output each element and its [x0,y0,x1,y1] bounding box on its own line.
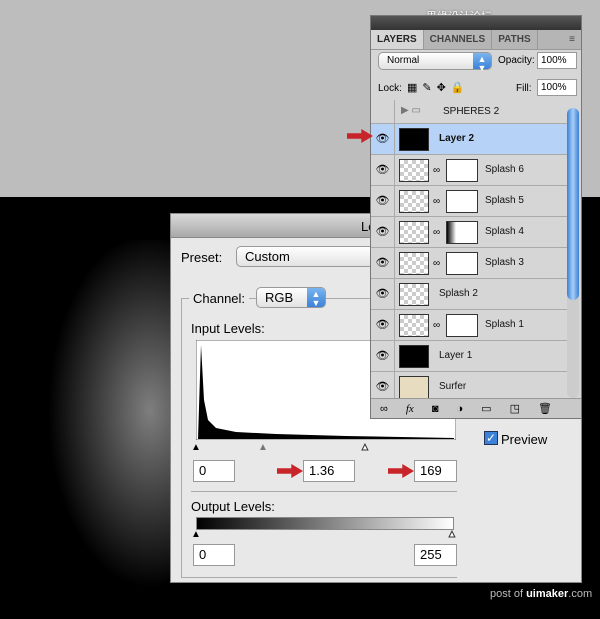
fx-icon[interactable]: fx [406,403,414,415]
eye-icon[interactable]: 👁 [371,279,395,309]
input-white-field[interactable]: 169 [414,460,457,482]
output-black-slider[interactable]: ▲ [191,529,201,540]
layer-name: Splash 4 [485,226,524,237]
tab-channels[interactable]: CHANNELS [424,30,493,49]
folder-icon[interactable]: ▭ [481,402,491,415]
mask-thumbnail [446,159,478,182]
layers-panel: LAYERS CHANNELS PATHS ≡ Normal ▲ ▼ Opacity… [370,15,582,419]
output-black-field[interactable]: 0 [193,544,235,566]
link-icon: ∞ [433,320,441,331]
opacity-field[interactable]: 100% [537,52,577,69]
fill-label: Fill: [516,83,532,94]
eye-icon[interactable]: 👁 [371,155,395,185]
channel-select[interactable]: RGB ▲ ▼ [256,287,326,308]
layer-thumbnail [399,314,429,337]
preview-checkbox[interactable]: ✓ [484,431,498,445]
preset-label: Preset: [181,250,223,265]
visibility-toggle[interactable] [371,100,395,123]
channel-label: Channel: [189,291,250,306]
layer-name: Splash 2 [439,288,478,299]
mask-thumbnail [446,190,478,213]
layer-row[interactable]: 👁 ∞ Splash 4 [371,217,567,248]
eye-icon[interactable]: 👁 [371,217,395,247]
new-layer-icon[interactable]: ◳ [510,402,520,415]
credit-prefix: post of [490,588,527,600]
output-white-field[interactable]: 255 [414,544,457,566]
layer-name: SPHERES 2 [443,106,500,117]
layer-group-spheres-2[interactable]: ▶ ▭ SPHERES 2 [371,100,567,124]
layer-thumbnail [399,252,429,275]
eye-icon[interactable]: 👁 [371,248,395,278]
layer-name: Layer 2 [439,133,475,144]
layer-name: Splash 6 [485,164,524,175]
expand-icon[interactable]: ▶ ▭ [401,105,421,116]
blend-mode-value: Normal [387,55,420,66]
tab-layers[interactable]: LAYERS [371,30,424,49]
layer-row[interactable]: 👁 Splash 2 [371,279,567,310]
scrollbar-thumb[interactable] [567,108,579,300]
output-levels-label: Output Levels: [191,499,275,514]
mask-thumbnail [446,221,478,244]
link-icon: ∞ [433,196,441,207]
black-point-slider[interactable]: ▲ [191,442,201,453]
trash-icon[interactable]: 🗑 [538,402,552,415]
layer-thumbnail [399,159,429,182]
gamma-slider[interactable]: ▲ [258,442,268,453]
eye-icon[interactable]: 👁 [371,124,395,154]
layers-footer: ∞ fx ◙ ◑ ▭ ◳ 🗑 [371,398,581,418]
adjustment-icon[interactable]: ◑ [457,403,464,415]
divider [191,491,457,492]
link-icon: ∞ [433,165,441,176]
eye-icon[interactable]: 👁 [371,186,395,216]
layer-thumbnail [399,283,429,306]
layer-row[interactable]: 👁 Layer 1 [371,341,567,372]
layers-scrollbar[interactable] [567,108,579,398]
fill-field[interactable]: 100% [537,79,577,96]
preview-label: Preview [501,432,548,447]
link-icon: ∞ [433,227,441,238]
panel-titlebar [371,16,581,30]
layer-row[interactable]: 👁 ∞ Splash 5 [371,186,567,217]
input-black-field[interactable]: 0 [193,460,235,482]
eye-icon[interactable]: 👁 [371,341,395,371]
layer-thumbnail [399,345,429,368]
link-icon: ∞ [433,258,441,269]
output-white-slider[interactable]: ▲ [447,529,458,541]
layer-name: Splash 3 [485,257,524,268]
layer-name: Surfer [439,381,467,392]
input-gamma-field[interactable]: 1.36 [303,460,355,482]
eye-icon[interactable]: 👁 [371,310,395,340]
opacity-label: Opacity: [498,55,535,66]
layer-list: ▶ ▭ SPHERES 2 👁 Layer 2 👁 ∞ Splash 6 👁 ∞ Splas… [371,100,581,403]
layer-row[interactable]: 👁 ∞ Splash 1 [371,310,567,341]
credit: post of uimaker.com [490,588,592,600]
layer-thumbnail [399,376,429,399]
mask-icon[interactable]: ◙ [432,403,439,415]
layer-name: Layer 1 [439,350,473,361]
layer-name: Splash 5 [485,195,524,206]
layer-thumbnail [399,128,429,151]
lock-icons[interactable]: ▦✎✥🔒 [407,81,470,94]
layer-row[interactable]: 👁 ∞ Splash 3 [371,248,567,279]
output-gradient [196,517,454,530]
blend-mode-select[interactable]: Normal ▲ ▼ [378,52,492,73]
lock-label: Lock: [378,83,402,94]
tab-paths[interactable]: PATHS [492,30,538,49]
layer-thumbnail [399,190,429,213]
link-icon[interactable]: ∞ [380,403,388,415]
channel-value: RGB [265,290,294,305]
layer-row[interactable]: 👁 ∞ Splash 6 [371,155,567,186]
layer-row[interactable]: 👁 Layer 2 [371,124,567,155]
mask-thumbnail [446,314,478,337]
layer-thumbnail [399,221,429,244]
panel-menu-icon[interactable]: ≡ [563,30,581,49]
layer-name: Splash 1 [485,319,524,330]
input-levels-label: Input Levels: [191,321,265,336]
mask-thumbnail [446,252,478,275]
white-point-slider[interactable]: ▲ [360,442,371,454]
credit-suffix: .com [568,588,593,600]
credit-brand: uimaker [526,588,569,600]
